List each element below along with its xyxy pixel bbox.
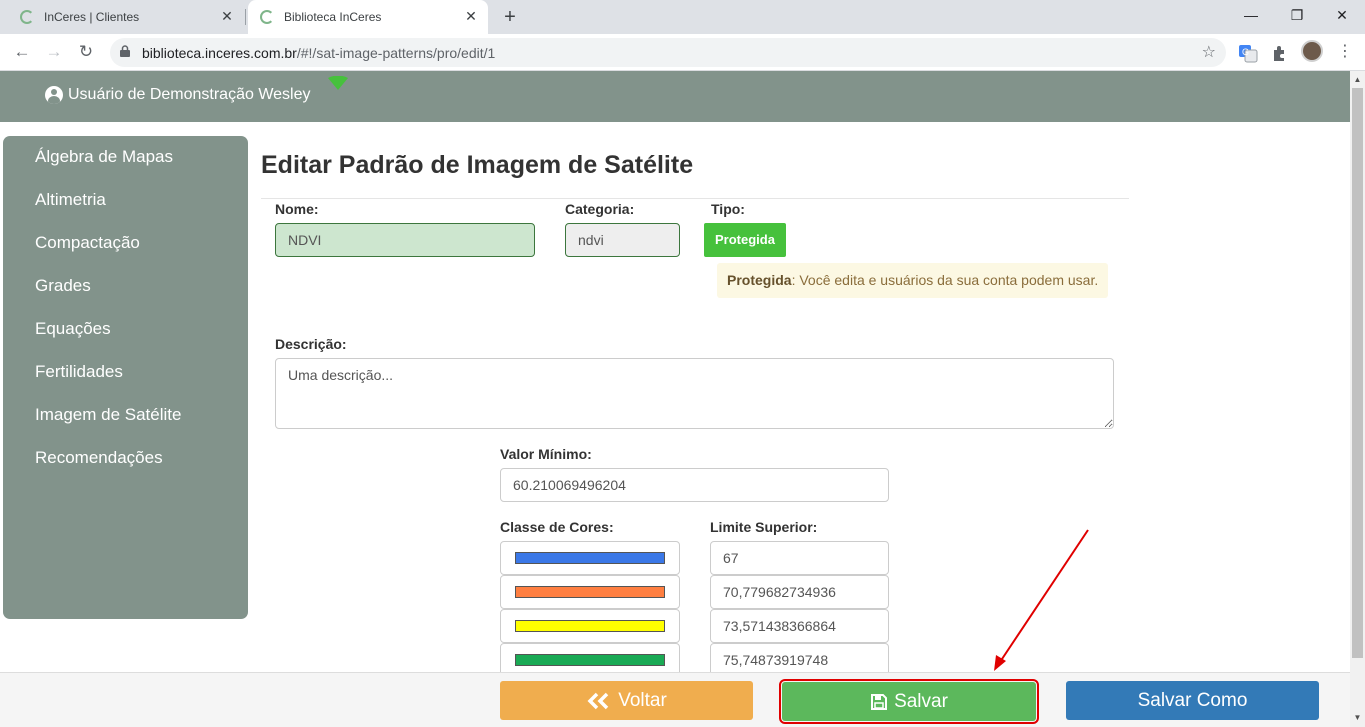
browser-tab-clientes[interactable]: InCeres | Clientes ✕ bbox=[8, 0, 244, 34]
category-input[interactable]: ndvi bbox=[565, 223, 680, 257]
window-close-icon[interactable]: ✕ bbox=[1319, 0, 1365, 32]
tab-title: Biblioteca InCeres bbox=[284, 10, 382, 24]
note-bold: Protegida bbox=[727, 272, 792, 288]
name-input[interactable]: NDVI bbox=[275, 223, 535, 257]
lock-icon bbox=[120, 45, 130, 57]
back-button[interactable]: Voltar bbox=[500, 681, 753, 720]
color-swatch bbox=[515, 552, 665, 564]
url-text: biblioteca.inceres.com.br/#!/sat-image-p… bbox=[142, 45, 495, 61]
min-value-label: Valor Mínimo: bbox=[500, 446, 592, 462]
upper-limit-input[interactable]: 70,779682734936 bbox=[710, 575, 889, 609]
close-icon[interactable]: ✕ bbox=[218, 7, 236, 25]
tab-title: InCeres | Clientes bbox=[44, 10, 140, 24]
color-class-picker[interactable] bbox=[500, 609, 680, 643]
minimize-icon[interactable]: — bbox=[1228, 0, 1274, 32]
translate-icon[interactable]: G bbox=[1238, 43, 1258, 63]
inceres-favicon-icon bbox=[260, 10, 274, 24]
upper-limit-input[interactable]: 67 bbox=[710, 541, 889, 575]
url-path: /#!/sat-image-patterns/pro/edit/1 bbox=[296, 45, 496, 61]
color-swatch bbox=[515, 654, 665, 666]
new-tab-plus-icon[interactable]: + bbox=[498, 5, 522, 29]
name-label: Nome: bbox=[275, 201, 319, 217]
sidebar: Álgebra de Mapas Altimetria Compactação … bbox=[3, 136, 248, 619]
min-value-input[interactable]: 60.210069496204 bbox=[500, 468, 889, 502]
description-textarea[interactable] bbox=[275, 358, 1114, 429]
kebab-menu-icon[interactable]: ⋮ bbox=[1333, 40, 1357, 64]
save-button[interactable]: Salvar bbox=[779, 679, 1039, 724]
browser-tab-biblioteca[interactable]: Biblioteca InCeres ✕ bbox=[248, 0, 488, 34]
reload-icon[interactable]: ↻ bbox=[74, 40, 98, 64]
tab-separator bbox=[245, 9, 246, 25]
profile-avatar[interactable] bbox=[1301, 40, 1323, 62]
category-label: Categoria: bbox=[565, 201, 635, 217]
type-help-note: Protegida: Você edita e usuários da sua … bbox=[717, 263, 1108, 298]
back-arrow-icon[interactable]: ← bbox=[10, 40, 34, 64]
extensions-puzzle-icon[interactable] bbox=[1270, 43, 1290, 63]
user-circle-icon bbox=[45, 86, 63, 104]
close-icon[interactable]: ✕ bbox=[462, 7, 480, 25]
sidebar-item-fertilidades[interactable]: Fertilidades bbox=[3, 361, 248, 404]
sidebar-item-algebra-de-mapas[interactable]: Álgebra de Mapas bbox=[3, 146, 248, 189]
page-title: Editar Padrão de Imagem de Satélite bbox=[261, 151, 694, 179]
upper-limit-label: Limite Superior: bbox=[710, 519, 818, 535]
sidebar-item-equacoes[interactable]: Equações bbox=[3, 318, 248, 361]
color-classes-label: Classe de Cores: bbox=[500, 519, 614, 535]
browser-tab-bar: InCeres | Clientes ✕ Biblioteca InCeres … bbox=[0, 0, 1365, 34]
sidebar-item-grades[interactable]: Grades bbox=[3, 275, 248, 318]
restore-icon[interactable]: ❐ bbox=[1274, 0, 1320, 32]
sidebar-item-altimetria[interactable]: Altimetria bbox=[3, 189, 248, 232]
floppy-disk-icon bbox=[870, 693, 888, 711]
sidebar-item-imagem-de-satelite[interactable]: Imagem de Satélite bbox=[3, 404, 248, 447]
description-label: Descrição: bbox=[275, 336, 347, 352]
forward-arrow-icon[interactable]: → bbox=[42, 40, 66, 64]
annotation-arrow-icon bbox=[994, 529, 1089, 671]
color-swatch bbox=[515, 620, 665, 632]
sidebar-item-recomendacoes[interactable]: Recomendações bbox=[3, 447, 248, 490]
color-swatch bbox=[515, 586, 665, 598]
note-text: : Você edita e usuários da sua conta pod… bbox=[791, 272, 1099, 288]
divider bbox=[261, 198, 1129, 199]
browser-toolbar: ← → ↻ biblioteca.inceres.com.br/#!/sat-i… bbox=[0, 34, 1365, 71]
save-button-label: Salvar bbox=[894, 690, 948, 712]
user-menu[interactable]: Usuário de Demonstração Wesley bbox=[45, 86, 310, 104]
color-class-picker[interactable] bbox=[500, 541, 680, 575]
type-label: Tipo: bbox=[711, 201, 745, 217]
app-header: Usuário de Demonstração Wesley bbox=[0, 71, 1350, 122]
address-bar[interactable]: biblioteca.inceres.com.br/#!/sat-image-p… bbox=[110, 38, 1226, 67]
scroll-down-arrow-icon[interactable]: ▼ bbox=[1350, 710, 1365, 725]
type-protected-button[interactable]: Protegida bbox=[704, 223, 786, 257]
url-host: biblioteca.inceres.com.br bbox=[142, 45, 297, 61]
scroll-up-arrow-icon[interactable]: ▲ bbox=[1350, 72, 1365, 87]
wifi-icon bbox=[328, 76, 348, 90]
scroll-thumb[interactable] bbox=[1352, 88, 1363, 658]
upper-limit-input[interactable]: 73,571438366864 bbox=[710, 609, 889, 643]
user-name: Usuário de Demonstração Wesley bbox=[68, 86, 311, 103]
back-button-label: Voltar bbox=[618, 689, 667, 711]
svg-text:G: G bbox=[1242, 47, 1249, 57]
inceres-favicon-icon bbox=[20, 10, 34, 24]
sidebar-item-compactacao[interactable]: Compactação bbox=[3, 232, 248, 275]
color-class-picker[interactable] bbox=[500, 575, 680, 609]
bookmark-star-icon[interactable]: ☆ bbox=[1202, 42, 1216, 62]
save-as-button[interactable]: Salvar Como bbox=[1066, 681, 1319, 720]
double-chevron-left-icon bbox=[586, 692, 612, 710]
